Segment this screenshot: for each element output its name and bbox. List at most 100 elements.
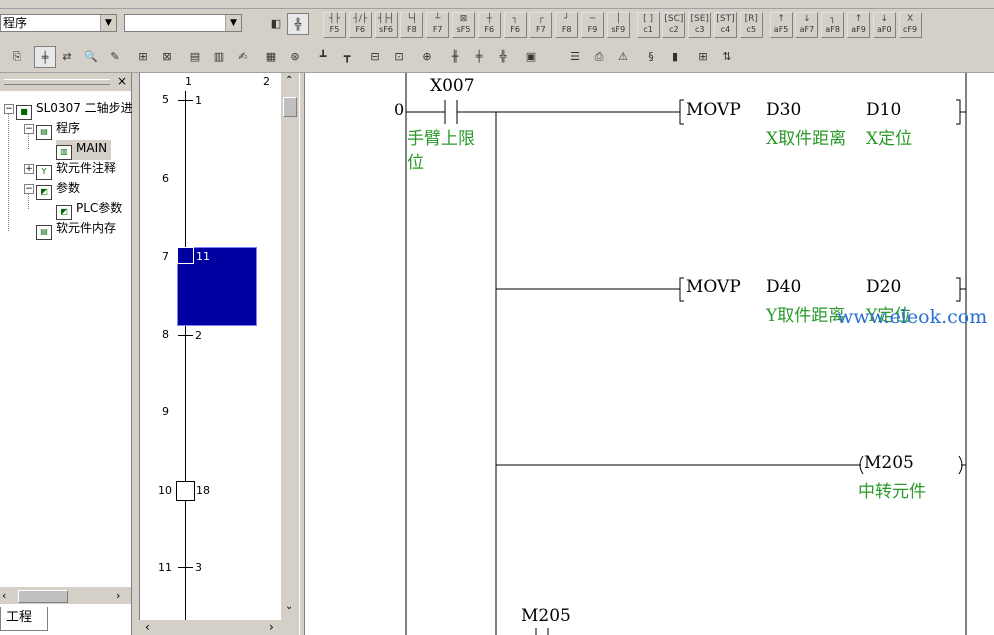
scroll-left-icon[interactable]: ‹: [2, 589, 6, 602]
ladder-symbol-button[interactable]: [SC] c2: [662, 12, 686, 38]
step-box[interactable]: [177, 247, 194, 264]
window-icon[interactable]: ▣: [520, 46, 542, 68]
contact-x007[interactable]: X007: [430, 76, 475, 96]
ladder-symbol-button[interactable]: ┐ F6: [503, 12, 527, 38]
tree-item-device-memory[interactable]: ▤ 软元件内存: [36, 220, 116, 240]
ladder-symbol-icon: ┤├: [329, 14, 340, 24]
scroll-thumb[interactable]: [18, 590, 68, 603]
ladder-symbol-button[interactable]: ↑ aF9: [847, 12, 870, 38]
scroll-down-icon[interactable]: ⌄: [285, 601, 293, 612]
coil-m205[interactable]: M205: [864, 453, 914, 473]
ladder-symbol-icon: │: [615, 14, 621, 24]
tree-item-main[interactable]: ▥ MAIN: [56, 140, 112, 160]
ladder-symbol-button[interactable]: ┤/├ F6: [348, 12, 372, 38]
bar-icon[interactable]: ▮: [664, 46, 686, 68]
jump-icon[interactable]: ⊟: [364, 46, 386, 68]
scroll-thumb[interactable]: [283, 97, 297, 117]
sfc-vertical-scrollbar[interactable]: ⌃ ⌄: [281, 73, 299, 620]
ladder-symbol-button[interactable]: XcF9: [898, 12, 922, 38]
step-icon[interactable]: ┻: [312, 46, 334, 68]
instruction-movp[interactable]: MOVP: [686, 277, 741, 297]
function-key-label: F6: [484, 25, 495, 34]
convert-icon[interactable]: ▤: [184, 46, 206, 68]
ladder-symbol-button[interactable]: ┼ F6: [477, 12, 501, 38]
convert-all-icon[interactable]: ▥: [208, 46, 230, 68]
column-header: 1: [185, 75, 192, 88]
ladder-symbol-button[interactable]: ↓ aF7: [795, 12, 819, 38]
printer-icon[interactable]: ⎙: [588, 46, 610, 68]
operand-d30[interactable]: D30: [766, 100, 801, 120]
tree-horizontal-scrollbar[interactable]: ‹ ›: [0, 587, 131, 604]
ladder-symbol-button[interactable]: ↑ aF5: [769, 12, 793, 38]
chevron-down-icon[interactable]: ▼: [100, 15, 116, 31]
sfc-horizontal-scrollbar[interactable]: ‹ ›: [139, 620, 299, 635]
find-icon[interactable]: 🔍: [80, 46, 102, 68]
scroll-right-icon[interactable]: ›: [116, 589, 120, 602]
program-combo[interactable]: 程序 ▼: [0, 14, 117, 32]
transfer-icon[interactable]: ▦: [260, 46, 282, 68]
ladder-symbol-icon: X: [907, 14, 914, 24]
ladder-symbol-button[interactable]: ┴ F7: [426, 12, 450, 38]
monitor-icon[interactable]: ⇄: [56, 46, 78, 68]
ladder-symbol-button[interactable]: [ST] c4: [714, 12, 737, 38]
function-key-label: c3: [694, 25, 705, 34]
contact-m205[interactable]: M205: [521, 606, 571, 626]
edit-icon[interactable]: ✎: [104, 46, 126, 68]
program-combo-value: 程序: [3, 16, 28, 30]
ladder-symbol-button[interactable]: ⊠ sF5: [452, 12, 475, 38]
write-mode-button[interactable]: ╬: [287, 13, 309, 35]
check-icon[interactable]: ⊠: [156, 46, 178, 68]
expand-icon[interactable]: +: [24, 164, 34, 174]
step-box[interactable]: [176, 481, 195, 501]
ladder-symbol-button[interactable]: ┤├ F5: [323, 12, 346, 38]
ladder-symbol-button[interactable]: ┘ F8: [555, 12, 579, 38]
tab-project[interactable]: 工程: [0, 607, 48, 631]
ladder-symbol-button[interactable]: ─ F9: [581, 12, 604, 38]
operand-d20[interactable]: D20: [866, 277, 901, 297]
write-icon[interactable]: ✍: [232, 46, 254, 68]
ladder-symbol-button[interactable]: ┐ aF8: [821, 12, 845, 38]
ladder-view-icon[interactable]: ╪: [34, 46, 56, 68]
operand-d40[interactable]: D40: [766, 277, 801, 297]
ladder-symbol-button[interactable]: [ ] c1: [636, 12, 660, 38]
s-icon[interactable]: §: [640, 46, 662, 68]
sort-icon[interactable]: ⇅: [716, 46, 738, 68]
operand-d10[interactable]: D10: [866, 100, 901, 120]
tree-item-program[interactable]: ▤ 程序: [36, 120, 80, 140]
chevron-down-icon[interactable]: ▼: [225, 15, 241, 31]
block-icon[interactable]: ⊡: [388, 46, 410, 68]
tree-item-plc-parameter[interactable]: ◩ PLC参数: [56, 200, 122, 220]
copy-icon[interactable]: ⎘: [6, 46, 28, 68]
sfc-branch-icon[interactable]: ╬: [492, 46, 514, 68]
ladder-symbol-button[interactable]: ┌ F7: [529, 12, 553, 38]
transition-icon[interactable]: ┳: [336, 46, 358, 68]
ladder-symbol-button[interactable]: └┤ F8: [400, 12, 424, 38]
ladder-symbol-button[interactable]: ┤├┤ sF6: [374, 12, 398, 38]
zoom-icon[interactable]: ⊕: [416, 46, 438, 68]
list-icon[interactable]: ☰: [564, 46, 586, 68]
scroll-left-icon[interactable]: ‹: [145, 620, 150, 634]
error-icon[interactable]: ⚠: [612, 46, 634, 68]
row-number: 7: [162, 250, 169, 263]
device-icon[interactable]: ⊞: [132, 46, 154, 68]
sfc-icon[interactable]: ╫: [444, 46, 466, 68]
transition-label: 1: [195, 94, 202, 107]
scroll-right-icon[interactable]: ›: [269, 620, 274, 634]
ladder-symbol-button[interactable]: ↓ aF0: [872, 12, 896, 38]
diagnose-icon[interactable]: ⊛: [284, 46, 306, 68]
read-mode-button[interactable]: ◧: [265, 13, 287, 35]
secondary-combo[interactable]: ▼: [124, 14, 242, 32]
tree-item-device-comment[interactable]: Y 软元件注释: [36, 160, 116, 180]
tree-item-project[interactable]: ■ SL0307 二轴步进: [16, 100, 133, 120]
instruction-movp[interactable]: MOVP: [686, 100, 741, 120]
close-icon[interactable]: ×: [116, 75, 128, 87]
sfc-edit-icon[interactable]: ╪: [468, 46, 490, 68]
ladder-symbol-button[interactable]: │ sF9: [606, 12, 630, 38]
function-key-label: sF5: [456, 25, 471, 34]
grid-icon[interactable]: ⊞: [692, 46, 714, 68]
ladder-symbol-button[interactable]: [R] c5: [739, 12, 763, 38]
operand-comment: Y取件距离: [766, 306, 846, 326]
tree-item-parameter[interactable]: ◩ 参数: [36, 180, 80, 200]
ladder-symbol-button[interactable]: [SE] c3: [688, 12, 712, 38]
scroll-up-icon[interactable]: ⌃: [285, 75, 293, 86]
